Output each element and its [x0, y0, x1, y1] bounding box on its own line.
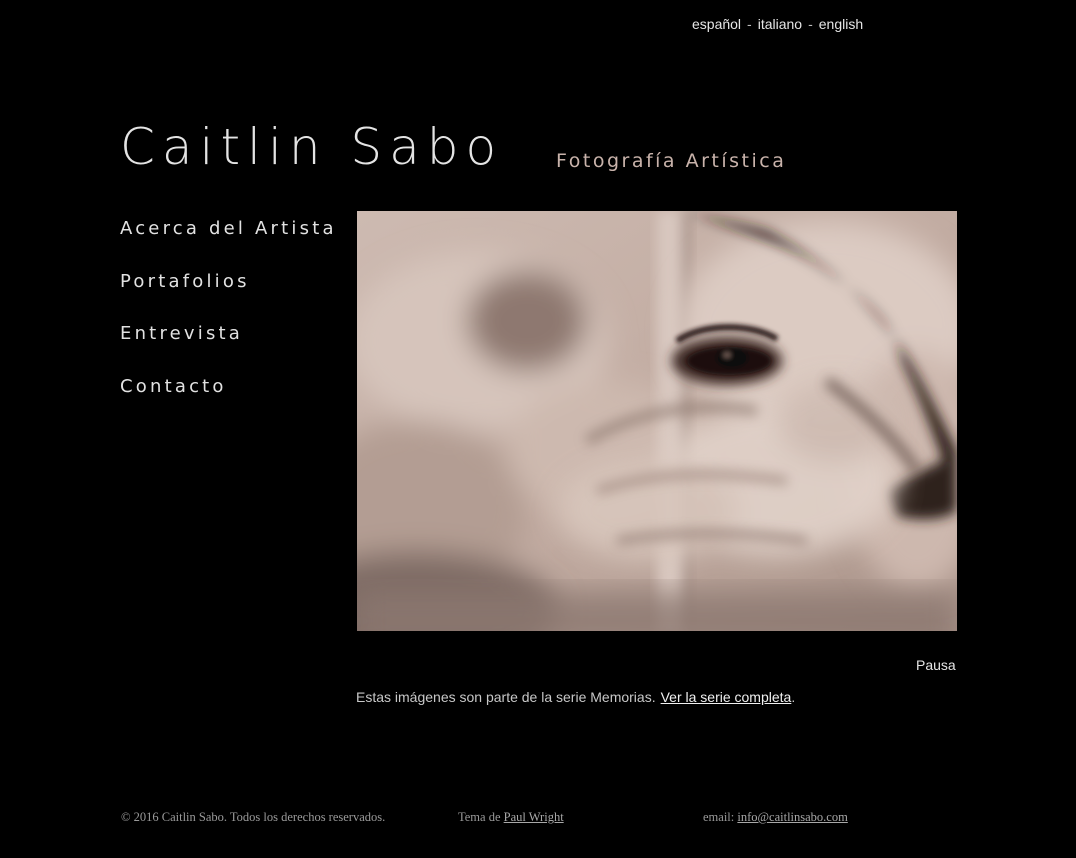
slideshow-pause-button[interactable]: Pausa [916, 657, 956, 673]
nav-item-portafolios[interactable]: Portafolios [120, 271, 337, 324]
footer-theme-credit: Tema de Paul Wright [458, 810, 564, 825]
theme-author-link[interactable]: Paul Wright [504, 810, 564, 824]
email-link[interactable]: info@caitlinsabo.com [737, 810, 847, 824]
language-separator: - [808, 16, 813, 32]
language-switcher: español - italiano - english [692, 16, 863, 32]
main-nav: Acerca del Artista Portafolios Entrevist… [120, 218, 337, 428]
site-tagline: Fotografía Artística [556, 150, 787, 172]
footer-email: email: info@caitlinsabo.com [703, 810, 848, 825]
series-caption-text: Estas imágenes son parte de la serie Mem… [356, 689, 656, 705]
footer-theme-prefix: Tema de [458, 810, 501, 824]
nav-item-acerca[interactable]: Acerca del Artista [120, 218, 337, 271]
site-title[interactable]: Caitlin Sabo [120, 118, 503, 176]
blurred-portrait-photo [357, 211, 957, 631]
series-caption: Estas imágenes son parte de la serie Mem… [356, 689, 795, 705]
slideshow-photo [357, 211, 957, 631]
nav-item-entrevista[interactable]: Entrevista [120, 323, 337, 376]
nav-item-contacto[interactable]: Contacto [120, 376, 337, 429]
language-link-italiano[interactable]: italiano [758, 16, 802, 32]
series-caption-period: . [791, 689, 796, 705]
language-link-english[interactable]: english [819, 16, 863, 32]
footer-copyright: © 2016 Caitlin Sabo. Todos los derechos … [121, 810, 386, 824]
language-link-espanol[interactable]: español [692, 16, 741, 32]
footer-email-prefix: email: [703, 810, 735, 824]
language-separator: - [747, 16, 752, 32]
view-full-series-link[interactable]: Ver la serie completa [661, 689, 792, 705]
